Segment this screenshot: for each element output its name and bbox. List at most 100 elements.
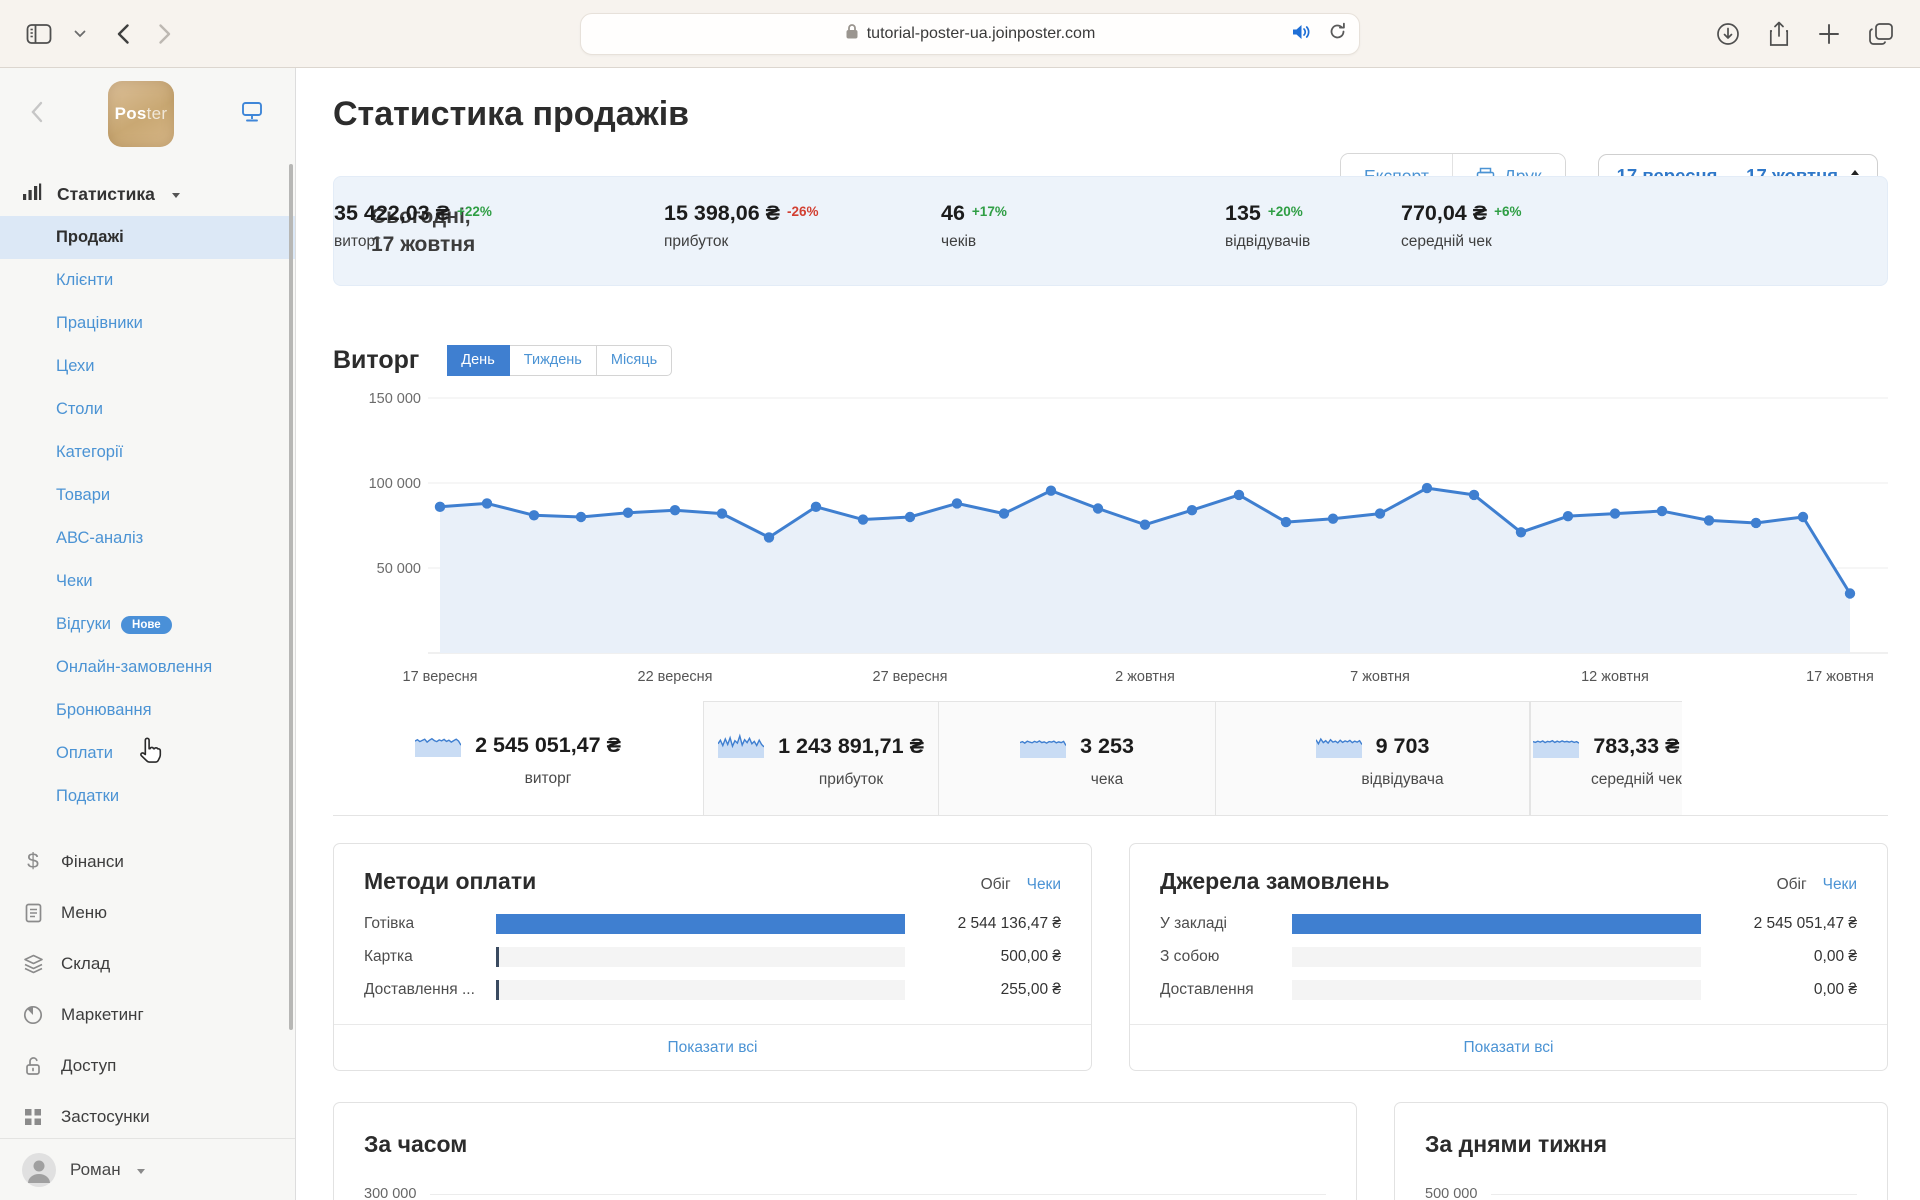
- svg-text:17 жовтня: 17 жовтня: [1806, 669, 1874, 685]
- today-metric: 35 422,03 ₴ +22% виторг: [334, 201, 492, 250]
- toggle-turnover[interactable]: Обіг: [1777, 876, 1807, 894]
- order-source-row: З собою 0,00 ₴: [1160, 947, 1857, 967]
- revenue-line-chart[interactable]: 50 000 100 000 150 000 17 вересня 22 вересня…: [333, 391, 1888, 693]
- sparkline-thumbnail: [1314, 729, 1363, 764]
- toggle-receipts[interactable]: Чеки: [1027, 876, 1061, 894]
- sidebar-item[interactable]: Бронювання: [0, 689, 295, 732]
- sidebar-item[interactable]: Онлайн-замовлення: [0, 646, 295, 689]
- svg-text:100 000: 100 000: [369, 476, 421, 492]
- main-content: Статистика продажів Експорт Друк 17 вере…: [296, 68, 1920, 1200]
- svg-text:7 жовтня: 7 жовтня: [1350, 669, 1410, 685]
- order-sources-card: Джерела замовлень Обіг Чеки У закладі 2 …: [1129, 843, 1888, 1071]
- mouse-cursor-hand: [136, 736, 163, 771]
- delta-badge: -26%: [786, 204, 819, 219]
- audio-mute-icon[interactable]: [1291, 23, 1312, 46]
- new-tab-icon[interactable]: [1818, 23, 1840, 45]
- forward-button[interactable]: [158, 23, 172, 45]
- layers-icon: [22, 954, 44, 974]
- sidebar-item-warehouse[interactable]: Склад: [0, 938, 295, 989]
- payment-method-row: Доставлення ... 255,00 ₴: [364, 980, 1061, 1000]
- downloads-icon[interactable]: [1716, 22, 1740, 46]
- bar-track: [1292, 947, 1701, 967]
- bar-track: [496, 947, 905, 967]
- sidebar-item-marketing[interactable]: Маркетинг: [0, 989, 295, 1040]
- sidebar-item[interactable]: Столи: [0, 388, 295, 431]
- dollar-icon: $: [27, 849, 39, 873]
- avatar: [22, 1152, 56, 1187]
- pos-terminal-icon[interactable]: [239, 99, 265, 130]
- toggle-receipts[interactable]: Чеки: [1823, 876, 1857, 894]
- order-source-row: Доставлення 0,00 ₴: [1160, 980, 1857, 1000]
- revenue-title: Виторг: [333, 345, 420, 374]
- sidebar-item-finance[interactable]: $ Фінанси: [0, 836, 295, 887]
- share-icon[interactable]: [1768, 21, 1790, 47]
- card-title: За днями тижня: [1425, 1131, 1608, 1157]
- sidebar-item[interactable]: Продажі: [0, 216, 295, 259]
- period-tab[interactable]: Тиждень: [509, 344, 597, 376]
- svg-text:50 000: 50 000: [377, 561, 421, 577]
- card-title: Джерела замовлень: [1160, 868, 1390, 894]
- bar-chart-icon: [22, 183, 42, 206]
- total-metric-cell[interactable]: 783,33 ₴ середній чек: [1530, 701, 1682, 815]
- sidebar-item[interactable]: Відгуки Нове: [0, 603, 295, 646]
- bar-track: [496, 914, 905, 934]
- reload-icon[interactable]: [1328, 22, 1347, 46]
- today-metric: 15 398,06 ₴ -26% прибуток: [664, 201, 819, 250]
- statistics-nav-list: Продажі Клієнти Працівники Цехи Столи Ка…: [0, 216, 295, 818]
- sparkline-thumbnail: [717, 729, 765, 764]
- total-metric-cell[interactable]: 3 253 чека: [938, 701, 1215, 815]
- total-metric-cell[interactable]: 1 243 891,71 ₴ прибуток: [703, 701, 938, 815]
- tab-overview-icon[interactable]: [1868, 22, 1894, 46]
- total-metric-cell[interactable]: 2 545 051,47 ₴ виторг: [333, 701, 703, 815]
- sidebar-item-menu[interactable]: Меню: [0, 887, 295, 938]
- sidebar-item-apps[interactable]: Застосунки: [0, 1091, 295, 1142]
- today-summary-banner: Сьогодні, 17 жовтня 35 422,03 ₴ +22% вито…: [333, 176, 1888, 286]
- sidebar-item[interactable]: Цехи: [0, 345, 295, 388]
- period-tab[interactable]: День: [447, 344, 510, 376]
- lock-open-icon: [22, 1056, 44, 1076]
- url-text: tutorial-poster-ua.joinposter.com: [866, 25, 1096, 42]
- by-weekday-card: За днями тижня 500 000: [1394, 1102, 1888, 1200]
- user-name: Роман: [70, 1159, 121, 1179]
- sidebar-item[interactable]: Клієнти: [0, 259, 295, 302]
- document-icon: [22, 903, 44, 923]
- sidebar-item[interactable]: АВС-аналіз: [0, 517, 295, 560]
- sidebar-item-access[interactable]: Доступ: [0, 1040, 295, 1091]
- today-metric: 135 +20% відвідувачів: [1225, 201, 1311, 250]
- sidebar-item[interactable]: Працівники: [0, 302, 295, 345]
- show-all-link[interactable]: Показати всі: [1463, 1039, 1553, 1057]
- sparkline-thumbnail: [414, 728, 462, 763]
- order-source-row: У закладі 2 545 051,47 ₴: [1160, 914, 1857, 934]
- address-bar[interactable]: tutorial-poster-ua.joinposter.com: [580, 13, 1360, 55]
- page-title: Статистика продажів: [333, 95, 690, 133]
- sidebar-toggle-icon[interactable]: [26, 23, 52, 45]
- sidebar-item[interactable]: Чеки: [0, 560, 295, 603]
- sidebar-scrollbar[interactable]: [289, 164, 293, 1030]
- chevron-down-icon: [171, 193, 180, 198]
- chevron-down-icon: [136, 1168, 145, 1174]
- back-button[interactable]: [116, 23, 130, 45]
- svg-text:2 жовтня: 2 жовтня: [1115, 669, 1175, 685]
- sidebar-item[interactable]: Категорії: [0, 431, 295, 474]
- show-all-link[interactable]: Показати всі: [667, 1039, 757, 1057]
- sidebar-item[interactable]: Товари: [0, 474, 295, 517]
- payment-methods-card: Методи оплати Обіг Чеки Готівка 2 544 13…: [333, 843, 1092, 1071]
- totals-row: 2 545 051,47 ₴ виторг 1 243 891,71 ₴ при…: [333, 701, 1888, 816]
- delta-badge: +6%: [1494, 204, 1522, 219]
- bar-track: [496, 980, 905, 1000]
- sidebar-collapse-icon[interactable]: [30, 101, 43, 128]
- user-menu[interactable]: Роман: [0, 1138, 295, 1200]
- y-axis-tick: 500 000: [1425, 1186, 1478, 1200]
- bar-fill: [496, 980, 499, 1000]
- period-tabs: День Тиждень Місяць: [447, 344, 673, 376]
- sidebar-item[interactable]: Податки: [0, 775, 295, 818]
- period-tab[interactable]: Місяць: [596, 344, 673, 376]
- bar-fill: [496, 914, 905, 934]
- payment-method-row: Готівка 2 544 136,47 ₴: [364, 914, 1061, 934]
- sidebar-section-statistics[interactable]: Статистика: [0, 172, 295, 216]
- toggle-turnover[interactable]: Обіг: [981, 876, 1011, 894]
- total-metric-cell[interactable]: 9 703 відвідувача: [1215, 701, 1530, 815]
- toolbar-chevron-down-icon[interactable]: [74, 30, 86, 38]
- today-metric: 46 +17% чеків: [941, 201, 1007, 250]
- poster-logo[interactable]: Poster: [108, 81, 174, 147]
